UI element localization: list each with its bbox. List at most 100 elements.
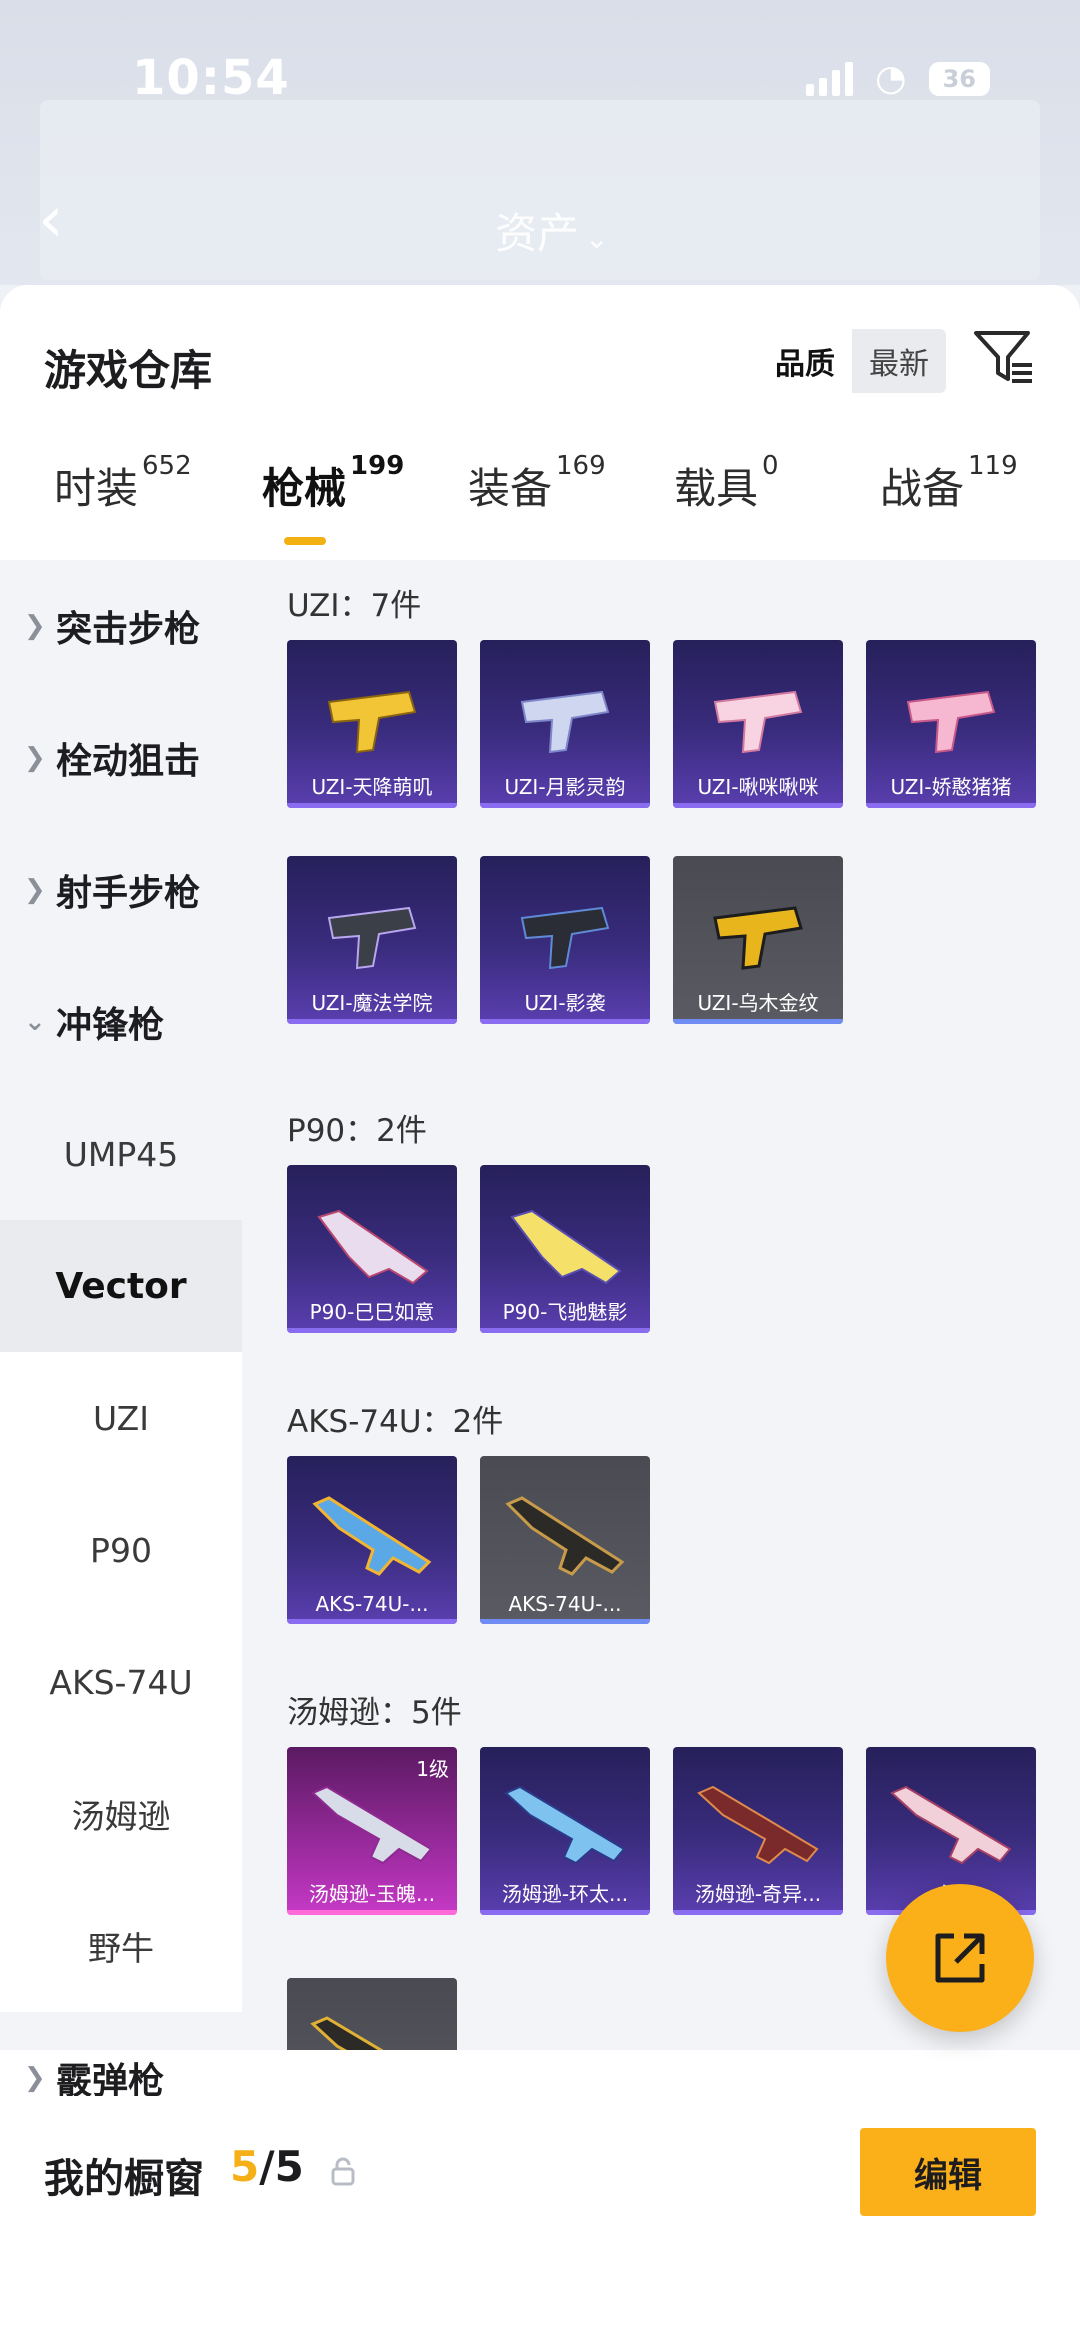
item-name: UZI-天降萌叽 [311,775,433,799]
tab-vehicles[interactable]: 载具 0 [674,451,779,516]
rarity-bar [287,803,457,808]
item-card[interactable]: UZI-影袭 [480,856,650,1024]
share-button[interactable] [886,1884,1034,2032]
rarity-bar [673,1019,843,1024]
p90-gun-icon [510,1209,622,1285]
tab-equipment[interactable]: 装备 169 [468,451,606,516]
item-name: UZI-影袭 [524,991,606,1015]
item-card[interactable]: UZI-天降萌叽 [287,640,457,808]
item-grid: UZI：7件 UZI-天降萌叽 UZI-月影灵韵 UZI-啾咪啾咪 UZI-娇憨… [242,560,1080,2050]
item-card[interactable]: UZI-月影灵韵 [480,640,650,808]
sidebar-item-bizon[interactable]: 野牛 [0,1880,242,2012]
status-time: 10:54 [132,50,290,106]
level-badge: 1级 [416,1757,449,1781]
rarity-bar [673,803,843,808]
uzi-gun-icon [713,906,803,970]
item-card[interactable]: 1级 汤姆逊-玉魄... [287,1747,457,1915]
item-name: 汤姆逊-玉魄... [308,1882,436,1906]
uzi-gun-icon [327,906,417,970]
uzi-gun-icon [713,690,803,754]
item-name: AKS-74U-... [508,1592,622,1616]
sidebar-item-aks74u[interactable]: AKS-74U [0,1616,242,1748]
sidebar-item-bolt-sniper[interactable]: ❯ 栓动狙击 [0,692,242,824]
sidebar-item-ump45[interactable]: UMP45 [0,1088,242,1220]
signal-icon [806,61,854,96]
uzi-gun-icon [327,690,417,754]
aks74u-gun-icon [505,1496,625,1576]
sidebar-item-marksman-rifle[interactable]: ❯ 射手步枪 [0,824,242,956]
item-card[interactable]: UZI-啾咪啾咪 [673,640,843,808]
item-card[interactable]: 汤姆逊-环太... [480,1747,650,1915]
uzi-gun-icon [906,690,996,754]
sidebar-item-p90[interactable]: P90 [0,1484,242,1616]
group-title-uzi: UZI：7件 [287,588,422,624]
tab-supplies[interactable]: 战备 119 [880,451,1018,516]
chevron-right-icon: ❯ [24,875,46,905]
group-title-p90: P90：2件 [287,1113,427,1149]
battery-icon: 36 [928,61,990,96]
edit-button[interactable]: 编辑 [860,2128,1036,2216]
uzi-gun-icon [520,906,610,970]
active-tab-indicator [284,537,326,545]
item-name: UZI-乌木金纹 [697,991,819,1015]
sidebar-item-assault-rifle[interactable]: ❯ 突击步枪 [0,560,242,692]
sidebar-item-smg[interactable]: ⌄ 冲锋枪 [0,956,242,1088]
item-card[interactable]: P90-巳巳如意 [287,1165,457,1333]
item-name: UZI-月影灵韵 [504,775,626,799]
wifi-icon: ◔ [875,58,907,99]
filter-icon[interactable] [972,325,1036,389]
sidebar-item-vector[interactable]: Vector [0,1220,242,1352]
item-card[interactable] [287,1978,457,2050]
aks74u-gun-icon [312,1496,432,1576]
item-card[interactable]: AKS-74U-... [480,1456,650,1624]
group-title-aks74u: AKS-74U：2件 [287,1404,504,1440]
item-name: 汤姆逊-环太... [501,1882,629,1906]
lock-icon [331,2157,355,2186]
item-card[interactable]: UZI-乌木金纹 [673,856,843,1024]
p90-gun-icon [317,1209,429,1285]
rarity-bar [287,1019,457,1024]
item-name: UZI-啾咪啾咪 [697,775,819,799]
sidebar-item-uzi[interactable]: UZI [0,1352,242,1484]
showcase-count: 5/5 [230,2142,304,2191]
item-card[interactable]: P90-飞驰魅影 [480,1165,650,1333]
status-icons: ◔ 36 [806,58,990,99]
item-name: UZI-娇憨猪猪 [890,775,1012,799]
chevron-right-icon: ❯ [24,743,46,773]
rarity-bar [480,803,650,808]
sidebar-item-thompson[interactable]: 汤姆逊 [0,1748,242,1880]
sort-toggle: 品质 最新 [758,329,946,393]
tab-fashion[interactable]: 时装 652 [54,451,192,516]
item-name: AKS-74U-... [315,1592,429,1616]
item-card[interactable]: AKS-74U-... [287,1456,457,1624]
external-link-icon [935,1933,985,1983]
item-card[interactable]: 汤姆逊-奇异... [673,1747,843,1915]
chevron-right-icon: ❯ [24,611,46,641]
item-name: 汤姆逊-奇异... [694,1882,822,1906]
back-arrow-icon[interactable]: ‹ [38,188,64,252]
group-title-thompson: 汤姆逊：5件 [287,1695,462,1731]
tab-firearms[interactable]: 枪械 199 [262,451,404,516]
sidebar: ❯ 突击步枪 ❯ 栓动狙击 ❯ 射手步枪 ⌄ 冲锋枪 UMP45 Vector UZI … [0,560,242,2102]
rarity-bar [480,1019,650,1024]
rarity-bar [480,1328,650,1333]
sheet-title: 游戏仓库 [44,346,213,395]
item-card[interactable]: UZI-魔法学院 [287,856,457,1024]
category-tabs: 时装 652 枪械 199 装备 169 载具 0 战备 119 [0,451,1080,555]
item-card[interactable]: UZI-娇憨猪猪 [866,640,1036,808]
chevron-right-icon: ❯ [24,2063,46,2093]
thompson-gun-icon [310,2016,384,2050]
rarity-bar [287,1910,457,1915]
rarity-bar [287,1619,457,1624]
uzi-gun-icon [520,690,610,754]
showcase-title: 我的橱窗 [44,2156,204,2202]
sort-quality-button[interactable]: 品质 [758,329,852,393]
chevron-down-icon: ⌄ [585,222,609,255]
sort-latest-button[interactable]: 最新 [852,329,946,393]
rarity-bar [480,1619,650,1624]
thompson-gun-icon [504,1785,626,1865]
item-name: P90-巳巳如意 [309,1300,435,1324]
rarity-bar [480,1910,650,1915]
rarity-bar [673,1910,843,1915]
page-title: 资产 ⌄ [495,209,609,258]
